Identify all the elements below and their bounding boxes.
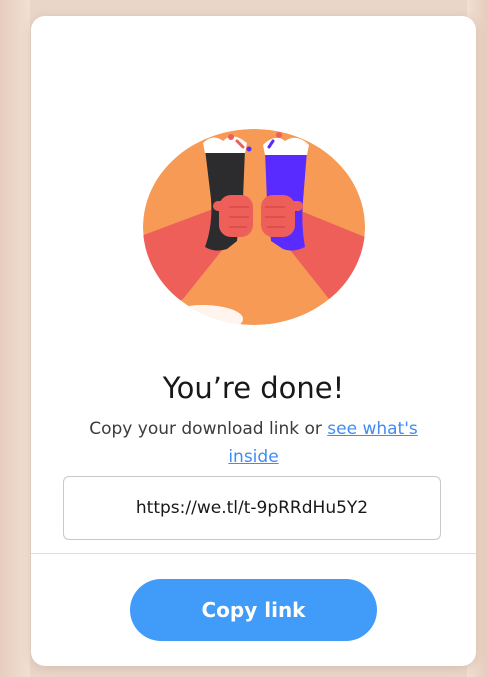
copy-link-button[interactable]: Copy link	[130, 579, 377, 641]
divider	[31, 553, 476, 554]
background-left	[0, 0, 30, 677]
dialog-subtitle: Copy your download link or see what's in…	[71, 415, 436, 471]
done-dialog: You’re done! Copy your download link or …	[31, 16, 476, 666]
subtitle-text: Copy your download link or	[89, 419, 328, 439]
download-link-field[interactable]: https://we.tl/t-9pRRdHu5Y2	[63, 476, 441, 540]
dialog-title: You’re done!	[162, 371, 345, 405]
cheers-glasses-icon	[143, 129, 365, 325]
